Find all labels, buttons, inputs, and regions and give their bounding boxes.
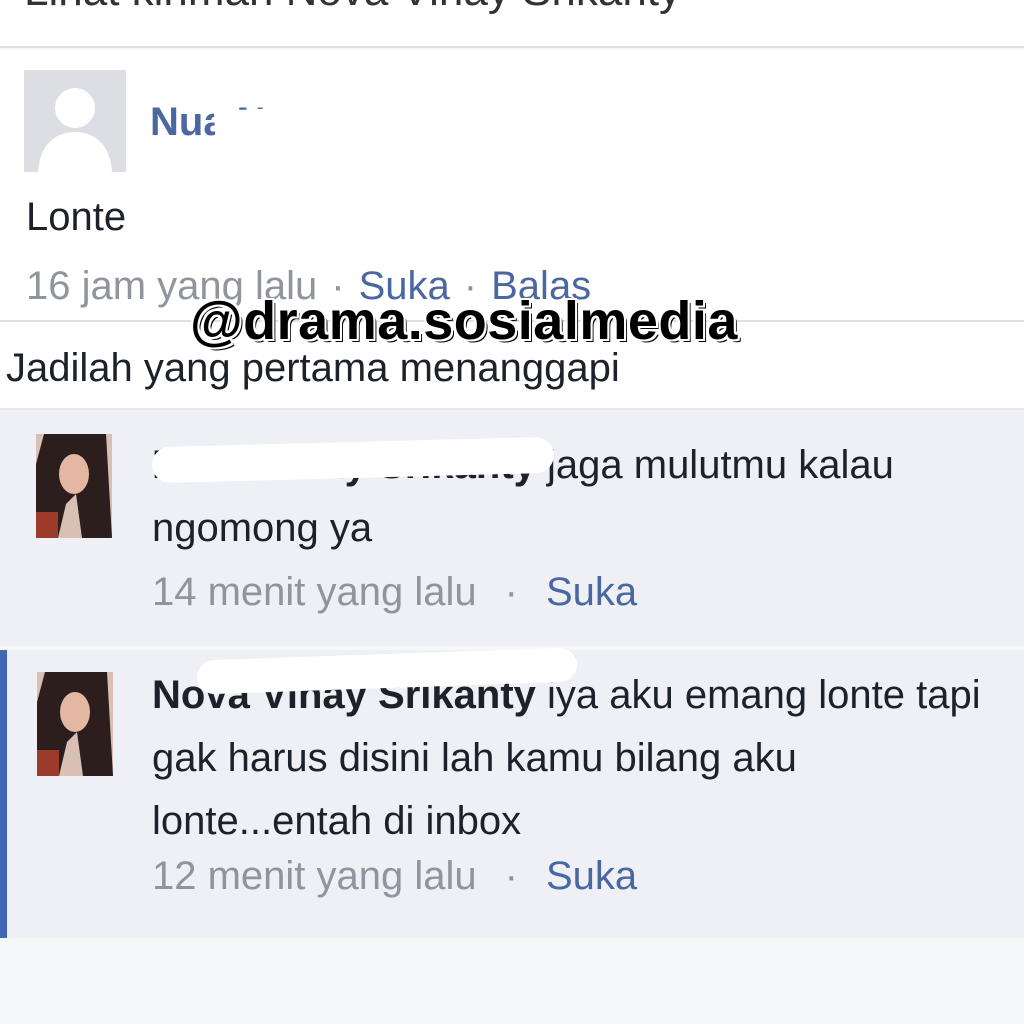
- meta-separator: ·: [504, 570, 518, 614]
- default-avatar-icon-graphic: [24, 70, 126, 172]
- reply-timestamp[interactable]: 12 menit yang lalu: [152, 854, 477, 898]
- first-reply-prompt[interactable]: Jadilah yang pertama menanggapi: [6, 346, 620, 391]
- reply-timestamp[interactable]: 14 menit yang lalu: [152, 570, 477, 614]
- reply-item: Nova Vinay Srikanty jaga mulutmu kalau n…: [0, 410, 1024, 646]
- comment-text: Lonte: [26, 195, 127, 239]
- default-avatar-icon[interactable]: [24, 70, 126, 172]
- reply-item-highlighted: Nova Vinay Srikanty iya aku emang lonte …: [0, 647, 1024, 938]
- like-button[interactable]: Suka: [546, 854, 637, 898]
- watermark: @drama.sosialmedia: [190, 291, 738, 351]
- author-name-redaction: [213, 104, 342, 156]
- profile-photo[interactable]: [37, 672, 113, 776]
- comment: Nua Nan Lonte 16 jam yang lalu·Suka·Bala…: [0, 50, 1024, 322]
- like-button[interactable]: Suka: [546, 570, 637, 614]
- reply-meta: 12 menit yang lalu · Suka: [152, 854, 637, 899]
- reply-content: Nova Vinay Srikanty iya aku emang lonte …: [152, 664, 1000, 853]
- facebook-comment-thread: Lihat kiriman Nova Vinay Srikanty Nua Na…: [0, 0, 1024, 1024]
- profile-photo-graphic: [36, 434, 112, 538]
- view-post-link[interactable]: Lihat kiriman Nova Vinay Srikanty: [24, 0, 681, 16]
- view-post-link-bar[interactable]: Lihat kiriman Nova Vinay Srikanty: [0, 0, 1024, 48]
- profile-photo-graphic: [37, 672, 113, 776]
- meta-separator: ·: [504, 854, 518, 898]
- profile-photo[interactable]: [36, 434, 112, 538]
- reply-meta: 14 menit yang lalu · Suka: [152, 570, 637, 615]
